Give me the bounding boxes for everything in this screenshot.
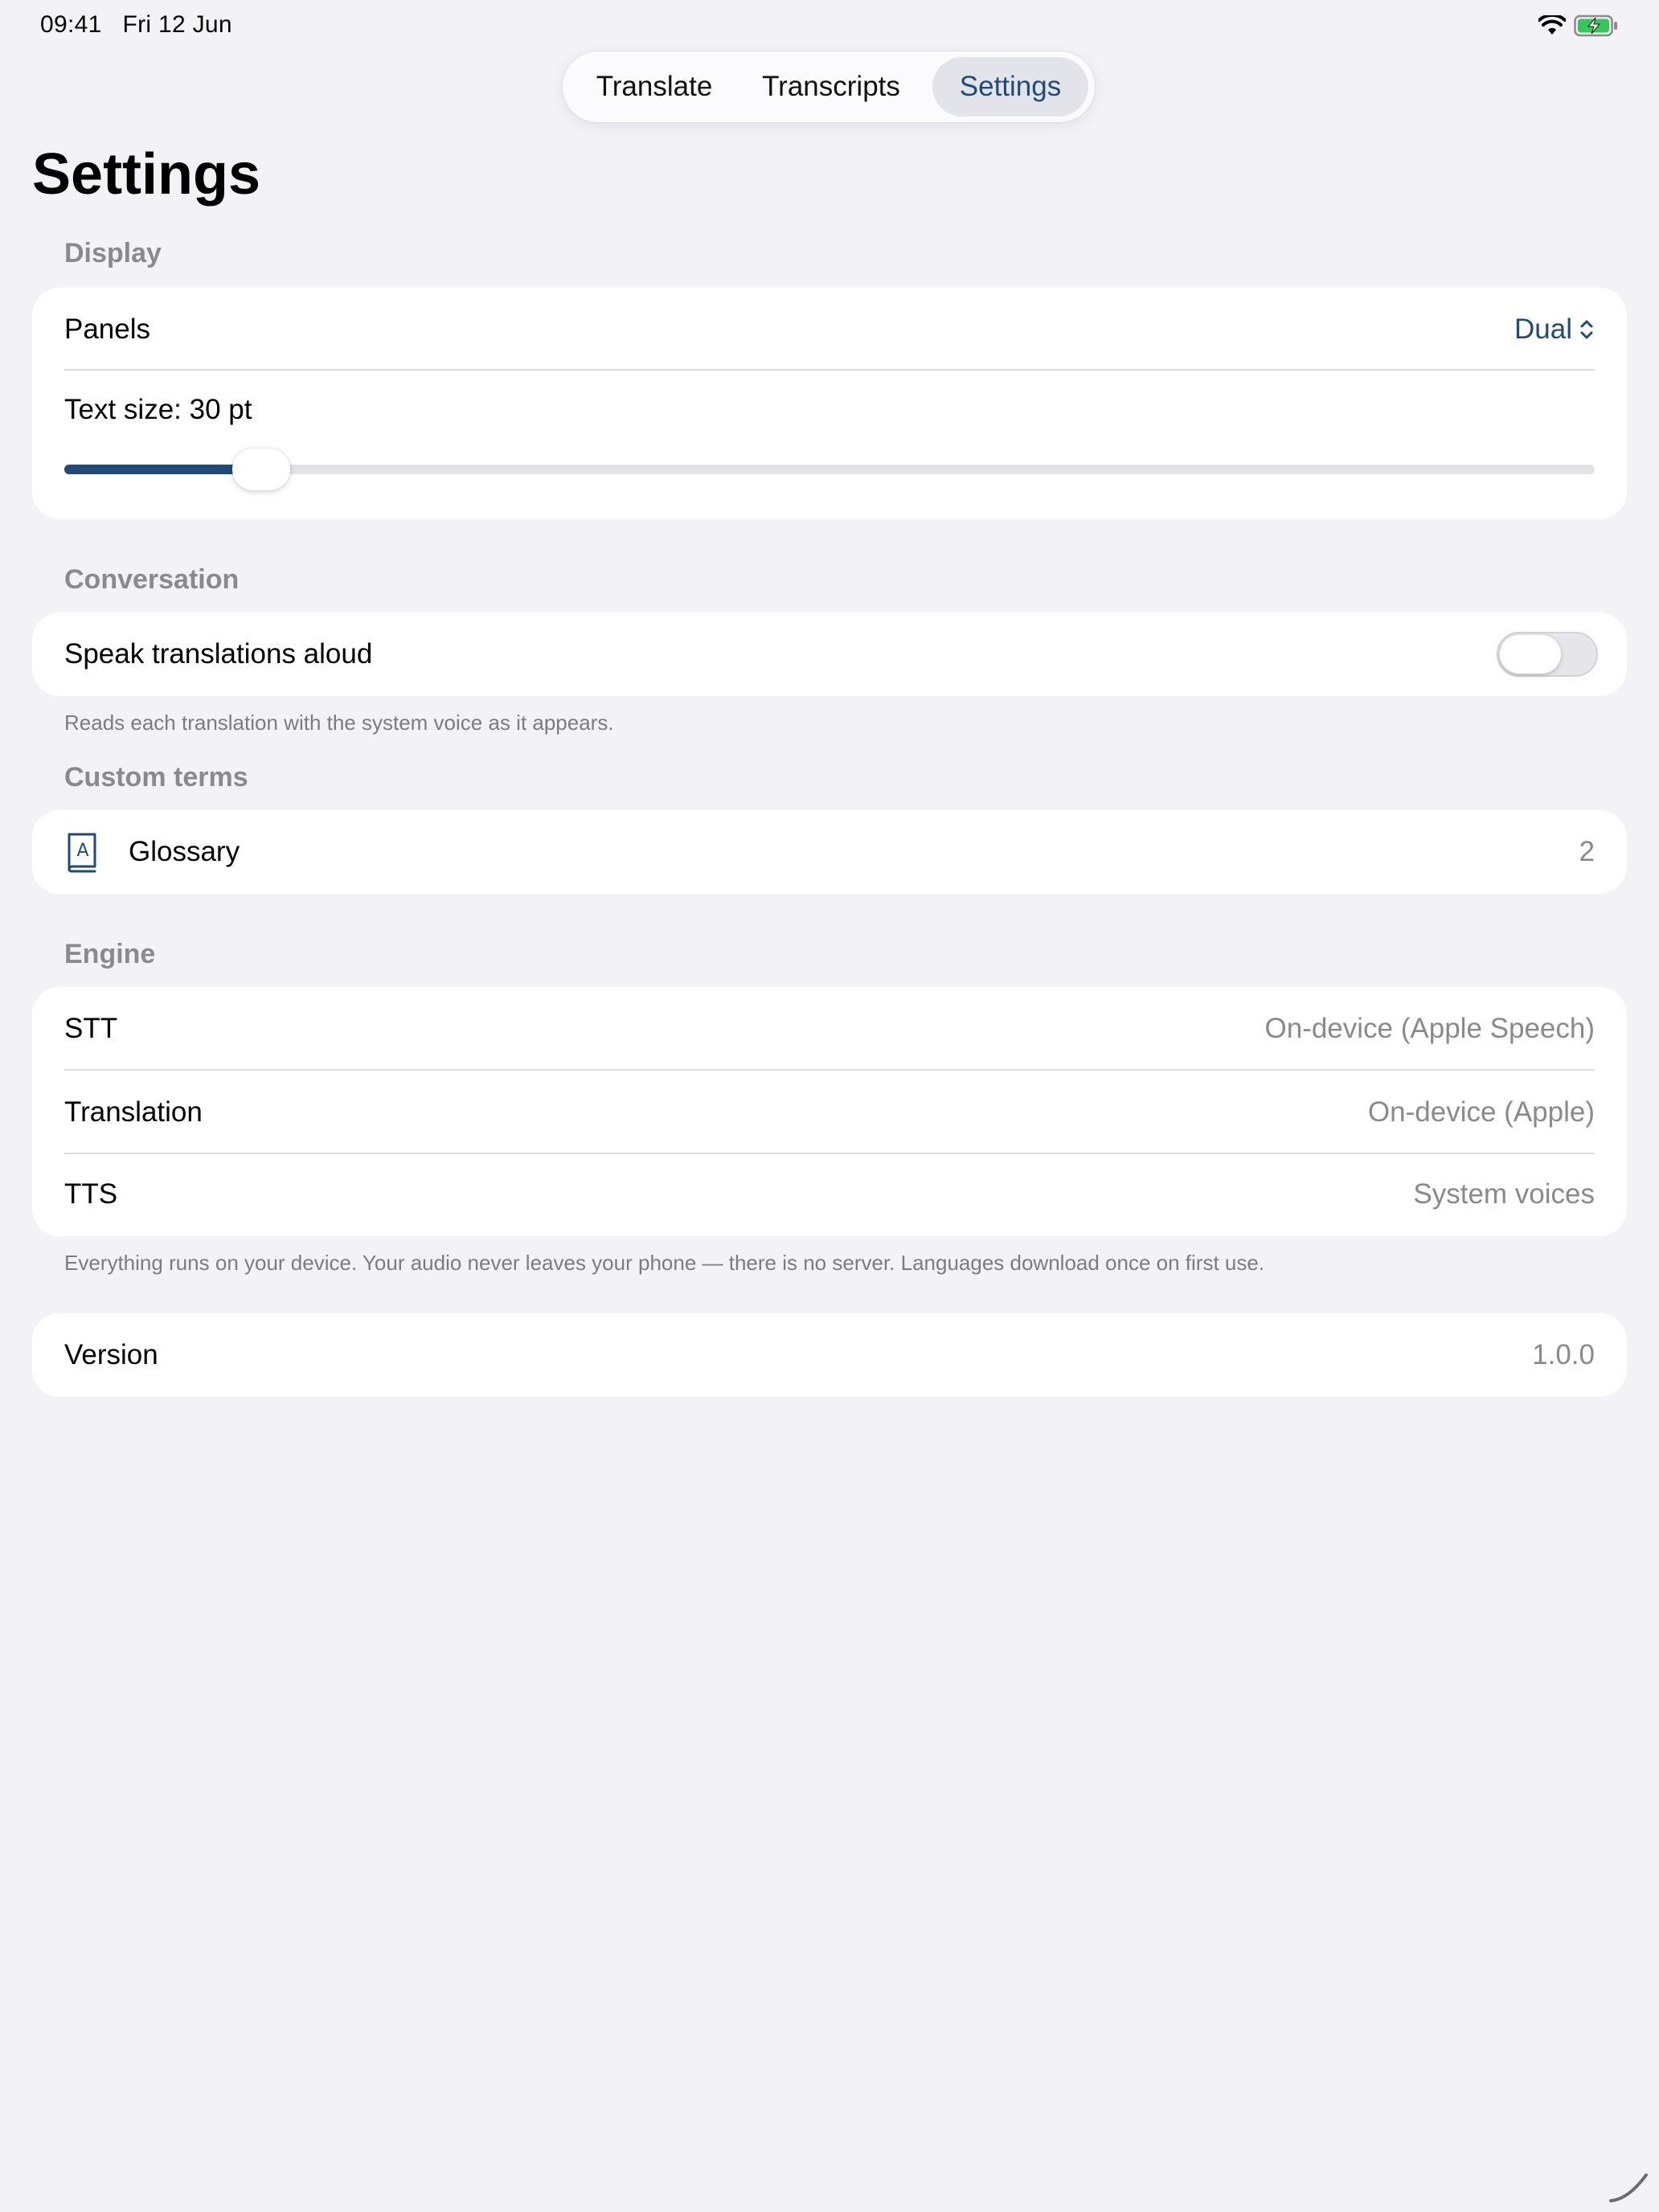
svg-text:A: A: [76, 841, 88, 861]
section-header-display: Display: [64, 238, 162, 268]
panels-picker[interactable]: Dual: [1514, 313, 1595, 346]
slider-thumb[interactable]: [232, 449, 291, 490]
page-title: Settings: [32, 142, 261, 207]
section-header-conversation: Conversation: [64, 564, 240, 595]
custom-terms-card: A Glossary 2: [32, 810, 1627, 894]
text-size-label: Text size: 30 pt: [64, 394, 252, 425]
section-header-engine: Engine: [64, 939, 156, 969]
status-bar: 09:41 Fri 12 Jun: [40, 11, 1619, 40]
version-label: Version: [64, 1339, 158, 1370]
panels-value: Dual: [1514, 313, 1572, 345]
status-icons: [1538, 14, 1619, 37]
chevron-up-down-icon: [1580, 320, 1593, 339]
text-size-row: Text size: 30 pt: [64, 371, 1595, 449]
status-time: 09:41: [40, 11, 102, 38]
toggle-knob: [1500, 635, 1561, 674]
engine-row-value: On-device (Apple): [1367, 1096, 1595, 1128]
panels-label: Panels: [64, 313, 151, 345]
tab-settings[interactable]: Settings: [932, 57, 1088, 117]
engine-row-label: STT: [64, 1013, 118, 1044]
glossary-label: Glossary: [129, 836, 240, 867]
speak-translations-toggle[interactable]: [1497, 632, 1598, 677]
conversation-footnote: Reads each translation with the system v…: [64, 711, 614, 735]
battery-charging-icon: [1574, 14, 1617, 37]
divider: [64, 369, 1595, 371]
text-size-slider[interactable]: [64, 449, 1595, 490]
conversation-card: Speak translations aloud: [32, 612, 1627, 696]
speak-translations-label: Speak translations aloud: [64, 638, 373, 670]
status-date: Fri 12 Jun: [122, 11, 232, 38]
tab-transcripts[interactable]: Transcripts: [741, 57, 921, 117]
engine-row-tts: TTS System voices: [64, 1153, 1595, 1236]
settings-screen: 09:41 Fri 12 Jun Translate Transcripts S…: [0, 0, 1659, 2212]
version-value: 1.0.0: [1532, 1339, 1595, 1370]
glossary-row[interactable]: A Glossary 2: [64, 810, 1595, 894]
book-a-icon: A: [68, 833, 96, 873]
engine-card: STT On-device (Apple Speech) Translation…: [32, 987, 1627, 1236]
version-row: Version 1.0.0: [64, 1313, 1595, 1397]
panels-row[interactable]: Panels Dual: [64, 288, 1595, 371]
wifi-icon: [1538, 15, 1566, 35]
engine-row-label: TTS: [64, 1178, 118, 1210]
version-card: Version 1.0.0: [32, 1313, 1627, 1397]
section-header-custom-terms: Custom terms: [64, 762, 248, 793]
scribble-indicator-icon: [1609, 2173, 1648, 2202]
status-time-date: 09:41 Fri 12 Jun: [40, 11, 232, 39]
engine-row-value: On-device (Apple Speech): [1264, 1013, 1596, 1044]
engine-row-stt: STT On-device (Apple Speech): [64, 987, 1595, 1071]
glossary-count: 2: [1579, 836, 1595, 867]
engine-row-label: Translation: [64, 1096, 203, 1128]
engine-footnote: Everything runs on your device. Your aud…: [64, 1251, 1265, 1275]
speak-translations-row: Speak translations aloud: [64, 612, 1595, 696]
top-tab-bar: Translate Transcripts Settings: [563, 51, 1095, 122]
engine-row-value: System voices: [1413, 1178, 1595, 1210]
tab-translate[interactable]: Translate: [574, 57, 735, 117]
engine-row-translation: Translation On-device (Apple): [64, 1071, 1595, 1154]
